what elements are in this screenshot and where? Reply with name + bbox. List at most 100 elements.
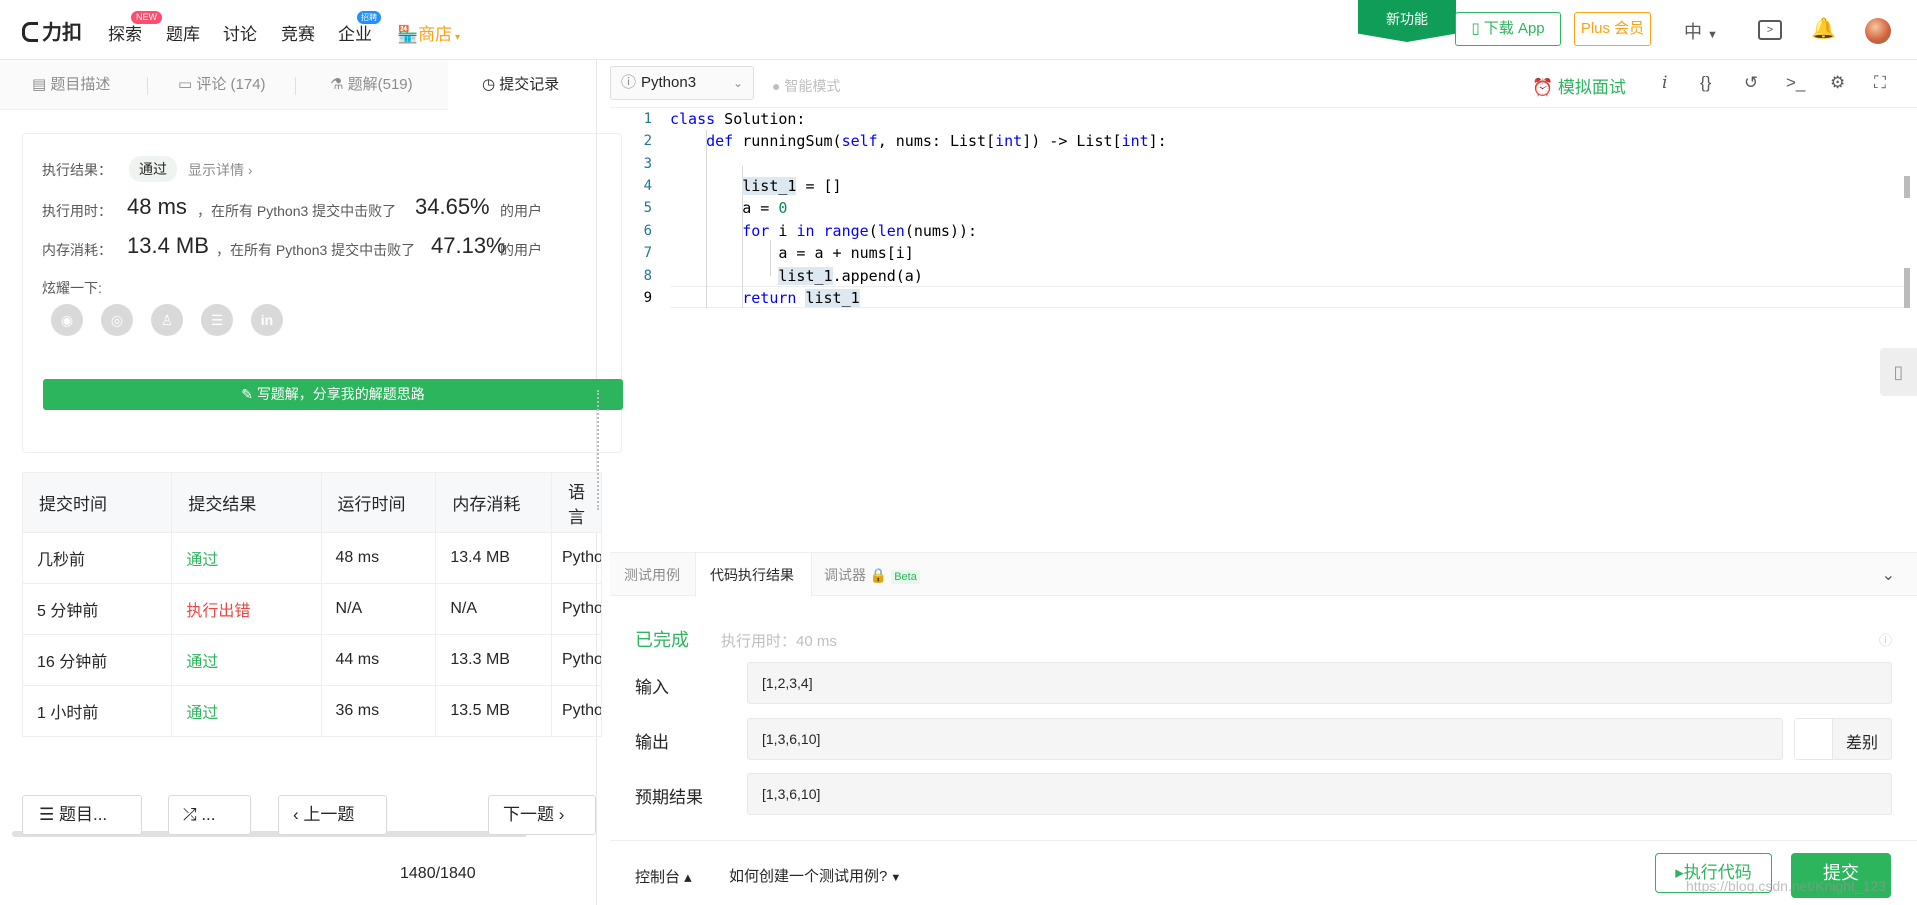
smart-mode-toggle[interactable]: ● 智能模式	[772, 76, 840, 96]
fullscreen-icon[interactable]: ⛶	[1874, 73, 1886, 93]
diff-toggle[interactable]: 差别	[1794, 718, 1892, 760]
language-switch[interactable]: 中 ▼	[1684, 18, 1718, 44]
tab-comments[interactable]: ▭ 评论 (174)	[178, 60, 266, 110]
nav-contest[interactable]: 竞赛	[281, 20, 315, 45]
weibo-icon[interactable]: ◎	[101, 304, 133, 336]
output-value: [1,3,6,10]	[747, 718, 1783, 760]
tab-code-result[interactable]: 代码执行结果	[695, 553, 812, 597]
bell-icon[interactable]: 🔔	[1811, 16, 1836, 41]
tab-debugger[interactable]: 调试器 🔒 Beta	[824, 553, 920, 597]
cell-result[interactable]: 通过	[171, 532, 322, 584]
info-icon: ⓘ	[621, 74, 637, 91]
comment-icon: ▭	[178, 76, 197, 93]
cell-language: Python3	[551, 685, 603, 737]
cell-time: 16 分钟前	[22, 634, 173, 686]
download-app-button[interactable]: ▯ 下载 App	[1455, 12, 1561, 46]
document-icon: ▤	[32, 76, 51, 93]
alarm-clock-icon: ⏰	[1532, 78, 1558, 97]
code-editor[interactable]: 1 2 3 4 5 6 7 8 9 class Solution: def ru…	[610, 108, 1910, 548]
logo[interactable]: 力扣	[22, 16, 82, 45]
info-italic-icon[interactable]: i	[1662, 73, 1667, 93]
cell-language: Python3	[551, 583, 603, 635]
runtime-desc: ，在所有 Python3 提交中击败了	[197, 203, 397, 219]
cell-result[interactable]: 执行出错	[171, 583, 322, 635]
note-side-button[interactable]: ▯	[1880, 348, 1917, 396]
help-icon[interactable]: ⓘ	[1879, 630, 1892, 649]
table-row[interactable]: 5 分钟前 执行出错 N/A N/A Python3	[22, 583, 603, 635]
drag-handle[interactable]	[597, 390, 601, 510]
diff-label: 差别	[1846, 735, 1879, 752]
line-number: 1	[643, 111, 652, 127]
tab-submissions[interactable]: ◷ 提交记录	[448, 60, 596, 110]
left-panel: ▤ 题目描述 ▭ 评论 (174) ⚗ 题解(519) ◷ 提交记录 执行结果：…	[0, 60, 623, 905]
braces-icon[interactable]: {}	[1700, 73, 1711, 93]
line-number: 6	[643, 223, 652, 239]
problem-list-button[interactable]: ☰ 题目...	[22, 795, 142, 835]
line-number: 3	[643, 156, 652, 172]
cell-runtime: 48 ms	[321, 532, 437, 584]
clock-icon: ◷	[482, 76, 500, 93]
line-number: 8	[643, 268, 652, 284]
memory-value: 13.4 MB	[127, 233, 209, 258]
table-row[interactable]: 16 分钟前 通过 44 ms 13.3 MB Python3	[22, 634, 603, 686]
diff-checkbox[interactable]	[1795, 719, 1833, 759]
new-feature-banner[interactable]: 新功能	[1358, 0, 1456, 42]
show-details-link[interactable]: 显示详情 ›	[188, 160, 253, 180]
console-toggle[interactable]: 控制台 ▴	[635, 866, 692, 887]
line-number: 2	[643, 133, 652, 149]
write-solution-button[interactable]: ✎ 写题解，分享我的解题思路	[43, 379, 623, 410]
input-label: 输入	[635, 678, 669, 697]
editor-scrollbar[interactable]	[1904, 176, 1910, 198]
cell-runtime: N/A	[321, 583, 437, 635]
plus-member-button[interactable]: Plus 会员	[1574, 12, 1651, 46]
next-button[interactable]: 下一题 ›	[488, 795, 596, 835]
output-label: 输出	[635, 733, 669, 752]
runtime-percent: 34.65%	[415, 194, 490, 219]
terminal-icon[interactable]: >_	[1786, 73, 1805, 93]
tab-testcase[interactable]: 测试用例	[624, 553, 680, 597]
col-memory: 内存消耗	[435, 472, 552, 533]
code-line: for i in range(len(nums)):	[742, 222, 978, 240]
runtime-value: 48 ms	[127, 194, 187, 219]
linkedin-icon[interactable]: in	[251, 304, 283, 336]
nav-problems[interactable]: 题库	[166, 20, 200, 45]
line-number: 7	[643, 245, 652, 261]
shuffle-icon: ⤮	[183, 805, 202, 824]
table-row[interactable]: 1 小时前 通过 36 ms 13.5 MB Python3	[22, 685, 603, 737]
code-line: class Solution:	[670, 110, 806, 128]
random-button[interactable]: ⤮ ...	[168, 795, 251, 835]
memory-percent: 47.13%	[431, 233, 506, 258]
avatar[interactable]	[1865, 18, 1891, 44]
mock-interview-button[interactable]: ⏰ 模拟面试	[1532, 73, 1626, 98]
nav-discuss[interactable]: 讨论	[223, 20, 257, 45]
new-badge: NEW	[131, 11, 162, 24]
how-to-create-testcase[interactable]: 如何创建一个测试用例? ▼	[729, 865, 901, 886]
line-number: 5	[643, 200, 652, 216]
col-runtime: 运行时间	[321, 472, 437, 533]
wechat-icon[interactable]: ◉	[51, 304, 83, 336]
prev-button[interactable]: ‹ 上一题	[278, 795, 387, 835]
cell-result[interactable]: 通过	[171, 685, 322, 737]
douban-icon[interactable]: ☰	[201, 304, 233, 336]
problem-counter: 1480/1840	[400, 865, 476, 882]
settings-icon[interactable]: ⚙	[1830, 73, 1845, 93]
collapse-chevron-icon[interactable]: ⌄	[1882, 565, 1895, 585]
problem-tabs: ▤ 题目描述 ▭ 评论 (174) ⚗ 题解(519) ◷ 提交记录	[0, 60, 596, 110]
flask-icon: ⚗	[330, 76, 348, 93]
nav-store[interactable]: 🏪商店 ▾	[397, 20, 460, 45]
table-row[interactable]: 几秒前 通过 48 ms 13.4 MB Python3	[22, 532, 603, 584]
run-runtime: 执行用时：40 ms	[721, 633, 837, 650]
submission-result-card: 执行结果： 通过 显示详情 › 执行用时： 48 ms ，在所有 Python3…	[22, 133, 623, 453]
tab-description[interactable]: ▤ 题目描述	[32, 60, 110, 110]
reset-icon[interactable]: ↺	[1744, 73, 1758, 93]
hire-badge: 招聘	[357, 11, 381, 24]
chevron-right-icon: ›	[554, 805, 565, 824]
language-select[interactable]: ⓘ Python3 ⌄	[610, 66, 754, 100]
leetcode-logo-icon	[22, 22, 38, 42]
tab-solutions[interactable]: ⚗ 题解(519)	[330, 60, 413, 110]
cell-runtime: 44 ms	[321, 634, 437, 686]
input-value: [1,2,3,4]	[747, 662, 1892, 704]
qq-icon[interactable]: ♙	[151, 304, 183, 336]
cell-result[interactable]: 通过	[171, 634, 322, 686]
console-icon[interactable]: >	[1758, 20, 1782, 40]
